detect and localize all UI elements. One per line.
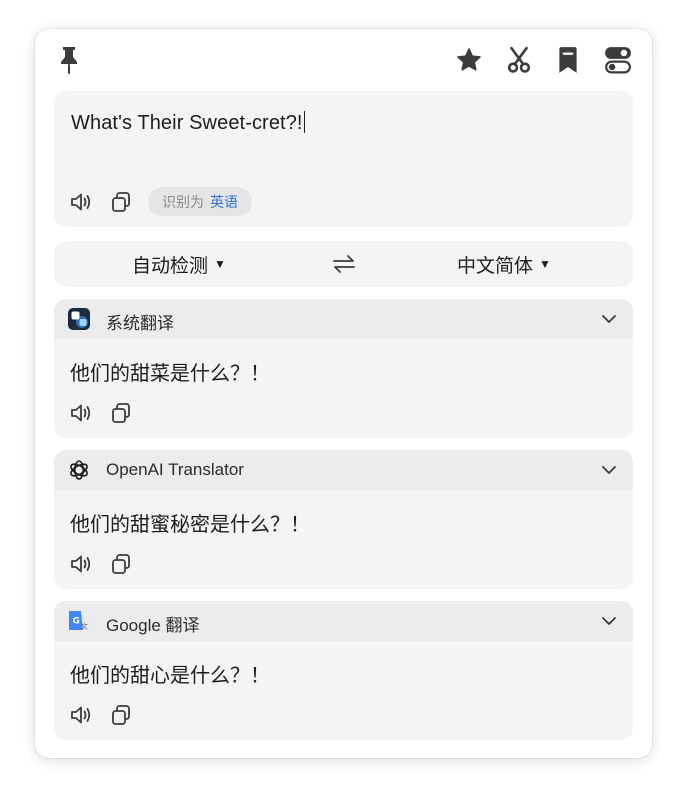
star-icon[interactable] — [454, 45, 484, 75]
svg-text:G: G — [73, 617, 80, 627]
google-translate-logo-icon: G 文 — [69, 611, 89, 631]
svg-text:文: 文 — [81, 622, 88, 631]
translator-window: What's Their Sweet-cret?! 识别为 英语 自动检测 ▼ … — [35, 29, 652, 758]
chevron-down-icon[interactable] — [599, 460, 619, 480]
service-name: OpenAI Translator — [106, 460, 244, 479]
source-text-field[interactable]: What's Their Sweet-cret?! — [71, 111, 306, 135]
detected-language-badge[interactable]: 识别为 英语 — [148, 187, 252, 216]
text-caret — [303, 111, 306, 133]
pin-icon[interactable] — [54, 45, 84, 75]
result-card-openai: OpenAI Translator 他们的甜蜜秘密是什么？！ — [54, 450, 633, 589]
source-text: What's Their Sweet-cret?! — [71, 112, 303, 134]
result-header[interactable]: 系统翻译 — [54, 299, 633, 339]
result-actions — [68, 550, 146, 578]
speaker-icon[interactable] — [68, 399, 96, 427]
chevron-down-icon[interactable] — [599, 611, 619, 631]
copy-icon[interactable] — [107, 701, 135, 729]
swap-languages-icon[interactable] — [330, 250, 358, 278]
translation-text: 他们的甜蜜秘密是什么？！ — [70, 514, 310, 536]
result-header[interactable]: OpenAI Translator — [54, 450, 633, 490]
result-actions — [68, 399, 146, 427]
dropdown-arrow-icon: ▼ — [214, 257, 226, 271]
toolbar — [35, 29, 652, 91]
detected-prefix: 识别为 — [162, 193, 204, 210]
language-bar: 自动检测 ▼ 中文简体 ▼ — [54, 241, 633, 287]
source-language-label: 自动检测 — [132, 255, 209, 277]
target-language-select[interactable]: 中文简体 ▼ — [457, 241, 551, 287]
copy-icon[interactable] — [107, 399, 135, 427]
result-card-google: G 文 Google 翻译 他们的甜心是什么？！ — [54, 601, 633, 740]
dropdown-arrow-icon: ▼ — [539, 257, 551, 271]
source-text-card[interactable]: What's Their Sweet-cret?! 识别为 英语 — [54, 91, 633, 227]
speaker-icon[interactable] — [68, 550, 96, 578]
result-card-system: 系统翻译 他们的甜菜是什么？！ — [54, 299, 633, 438]
translation-text: 他们的甜菜是什么？！ — [70, 363, 270, 385]
copy-icon[interactable] — [107, 188, 135, 216]
scissors-icon[interactable] — [504, 45, 534, 75]
speaker-icon[interactable] — [68, 701, 96, 729]
target-language-label: 中文简体 — [457, 255, 534, 277]
result-actions — [68, 701, 146, 729]
copy-icon[interactable] — [107, 550, 135, 578]
service-name: Google 翻译 — [106, 616, 200, 635]
result-header[interactable]: G 文 Google 翻译 — [54, 601, 633, 641]
openai-logo-icon — [70, 460, 88, 480]
source-actions: 识别为 英语 — [68, 187, 252, 216]
chevron-down-icon[interactable] — [599, 309, 619, 329]
speaker-icon[interactable] — [68, 188, 96, 216]
service-name: 系统翻译 — [106, 314, 174, 333]
source-language-select[interactable]: 自动检测 ▼ — [132, 241, 226, 287]
bookmark-icon[interactable] — [553, 45, 583, 75]
system-translate-logo-icon — [68, 308, 90, 330]
translation-text: 他们的甜心是什么？！ — [70, 665, 270, 687]
settings-toggle-icon[interactable] — [603, 45, 633, 75]
detected-language: 英语 — [210, 193, 238, 210]
